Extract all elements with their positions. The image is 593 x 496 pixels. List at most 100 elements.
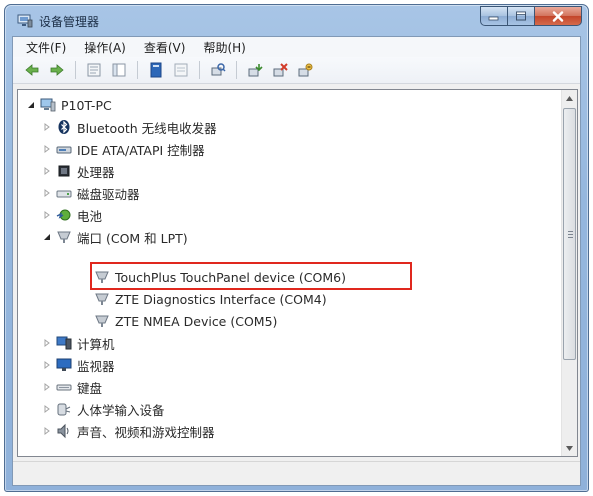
tree-item-label: 监视器 — [77, 358, 115, 374]
monitor-icon — [56, 357, 72, 373]
status-bar — [13, 461, 580, 485]
tree-item-sound[interactable]: 声音、视频和游戏控制器 — [42, 420, 215, 442]
tree-item-label: 端口 (COM 和 LPT) — [77, 230, 188, 246]
properties-list-icon — [87, 63, 101, 77]
tree-item-battery[interactable]: 电池 — [42, 204, 102, 226]
tree-item-monitor[interactable]: 监视器 — [42, 354, 115, 376]
forward-button[interactable] — [46, 59, 68, 81]
menu-action[interactable]: 操作(A) — [75, 39, 135, 56]
menu-view[interactable]: 查看(V) — [135, 39, 195, 56]
help-icon — [150, 62, 162, 78]
tree-item-keyboard[interactable]: 键盘 — [42, 376, 102, 398]
update-driver-icon — [248, 64, 263, 77]
expand-arrow-icon[interactable] — [42, 404, 52, 414]
port-icon — [94, 291, 110, 307]
expand-arrow-icon[interactable] — [42, 144, 52, 154]
tree-item-port-zte-nmea[interactable]: ZTE NMEA Device (COM5) — [94, 310, 277, 332]
grip-line — [568, 237, 573, 238]
toolbar — [13, 57, 580, 84]
tree-item-processor[interactable]: 处理器 — [42, 160, 115, 182]
close-icon — [552, 10, 564, 22]
maximize-button[interactable] — [508, 6, 535, 26]
show-console-button[interactable] — [170, 59, 192, 81]
tree-item-label: 电池 — [77, 208, 103, 224]
title-bar[interactable]: 设备管理器 — [5, 5, 588, 37]
port-icon — [56, 229, 72, 245]
tree-item-disk[interactable]: 磁盘驱动器 — [42, 182, 140, 204]
red-highlight-box — [90, 262, 412, 290]
speaker-icon — [56, 423, 72, 439]
help-button[interactable] — [145, 59, 167, 81]
tree-root[interactable]: P10T-PC — [26, 94, 112, 116]
tree-item-label: 处理器 — [77, 164, 115, 180]
tree-item-hid[interactable]: 人体学输入设备 — [42, 398, 165, 420]
collapse-arrow-icon[interactable] — [42, 232, 52, 242]
tree-item-port-zte-diag[interactable]: ZTE Diagnostics Interface (COM4) — [94, 288, 327, 310]
show-console-icon — [174, 63, 188, 77]
port-icon — [94, 313, 110, 329]
tree-root-label: P10T-PC — [61, 97, 112, 113]
scan-hardware-button[interactable] — [207, 59, 229, 81]
minimize-icon — [488, 16, 499, 21]
device-tree: P10T-PC Bluetooth 无线电收发器 IDE ATA/ATAPI 控… — [18, 90, 563, 456]
tree-item-bluetooth[interactable]: Bluetooth 无线电收发器 — [42, 116, 217, 138]
grip-line — [568, 234, 573, 235]
disk-drive-icon — [56, 185, 72, 201]
expand-arrow-icon[interactable] — [42, 188, 52, 198]
expand-arrow-icon[interactable] — [42, 122, 52, 132]
scroll-down-button[interactable] — [562, 440, 577, 456]
toolbar-separator — [199, 61, 200, 79]
device-manager-window: 设备管理器 文件(F) 操作(A) 查看(V) 帮助(H) P10T-PC Bl… — [4, 4, 589, 492]
disable-icon — [298, 63, 313, 77]
minimize-button[interactable] — [480, 6, 508, 26]
menu-help[interactable]: 帮助(H) — [194, 39, 254, 56]
tree-item-label: 磁盘驱动器 — [77, 186, 140, 202]
tree-item-label: 计算机 — [77, 336, 115, 352]
close-button[interactable] — [535, 6, 582, 26]
expand-arrow-icon[interactable] — [42, 360, 52, 370]
collapse-arrow-icon[interactable] — [26, 100, 36, 110]
tree-item-label: 声音、视频和游戏控制器 — [77, 424, 215, 440]
tree-item-ports[interactable]: 端口 (COM 和 LPT) — [42, 226, 188, 248]
window-title: 设备管理器 — [39, 15, 100, 29]
tree-item-computer[interactable]: 计算机 — [42, 332, 115, 354]
expand-arrow-icon[interactable] — [42, 210, 52, 220]
uninstall-icon — [273, 63, 288, 77]
grip-line — [568, 231, 573, 232]
scrollbar-thumb[interactable] — [563, 108, 576, 360]
expand-arrow-icon[interactable] — [42, 426, 52, 436]
computer-icon — [56, 335, 72, 351]
tree-item-label: ZTE Diagnostics Interface (COM4) — [115, 291, 327, 307]
caption-buttons — [480, 6, 582, 26]
menu-file[interactable]: 文件(F) — [17, 39, 75, 56]
menu-bar: 文件(F) 操作(A) 查看(V) 帮助(H) — [13, 37, 580, 57]
tree-item-ide[interactable]: IDE ATA/ATAPI 控制器 — [42, 138, 205, 160]
expand-arrow-icon[interactable] — [42, 382, 52, 392]
show-hide-tree-button[interactable] — [108, 59, 130, 81]
vertical-scrollbar[interactable] — [561, 90, 577, 456]
device-tree-pane: P10T-PC Bluetooth 无线电收发器 IDE ATA/ATAPI 控… — [17, 89, 578, 457]
back-icon — [25, 64, 39, 76]
back-button[interactable] — [21, 59, 43, 81]
expand-arrow-icon[interactable] — [42, 166, 52, 176]
update-driver-button[interactable] — [244, 59, 266, 81]
scan-hardware-icon — [211, 63, 226, 76]
battery-icon — [56, 207, 72, 223]
forward-icon — [50, 64, 64, 76]
ide-controller-icon — [56, 141, 72, 157]
processor-icon — [56, 163, 72, 179]
properties-list-button[interactable] — [83, 59, 105, 81]
arrow-down-icon — [566, 445, 573, 451]
computer-icon — [40, 97, 56, 113]
uninstall-button[interactable] — [269, 59, 291, 81]
tree-item-label: 人体学输入设备 — [77, 402, 165, 418]
disable-button[interactable] — [294, 59, 316, 81]
toolbar-separator — [75, 61, 76, 79]
toolbar-separator — [236, 61, 237, 79]
maximize-icon — [516, 11, 526, 21]
expand-arrow-icon[interactable] — [42, 338, 52, 348]
tree-item-label: Bluetooth 无线电收发器 — [77, 120, 217, 136]
hid-icon — [56, 401, 72, 417]
show-hide-tree-icon — [112, 63, 126, 77]
scroll-up-button[interactable] — [562, 90, 577, 106]
